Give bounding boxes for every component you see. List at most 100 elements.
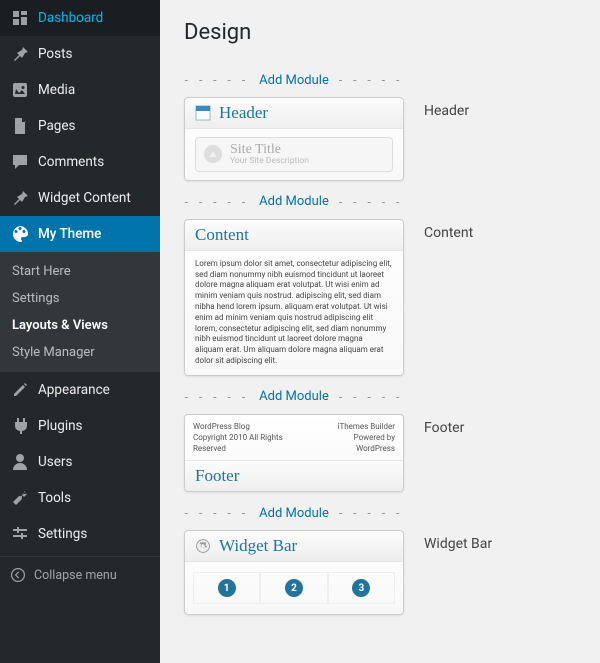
my-theme-submenu: Start Here Settings Layouts & Views Styl… xyxy=(0,252,160,372)
sub-layouts-views[interactable]: Layouts & Views xyxy=(0,312,160,339)
site-title-text: Site Title xyxy=(230,142,309,157)
page-title: Design xyxy=(184,20,576,45)
module-content-card[interactable]: Content Lorem ipsum dolor sit amet, cons… xyxy=(184,219,404,376)
settings-icon xyxy=(10,524,30,544)
widget-cell: 3 xyxy=(328,572,395,604)
sub-start-here[interactable]: Start Here xyxy=(0,258,160,285)
dash-decoration: - - - - - xyxy=(339,506,404,520)
nav-settings[interactable]: Settings xyxy=(0,516,160,552)
widget-number: 2 xyxy=(285,579,303,597)
nav-comments[interactable]: Comments xyxy=(0,144,160,180)
dashboard-icon xyxy=(10,8,30,28)
section-label: Widget Bar xyxy=(404,500,492,552)
footer-preview: WordPress Blog Copyright 2010 All Rights… xyxy=(185,415,403,461)
module-title: Widget Bar xyxy=(219,536,297,556)
nav-label: Users xyxy=(38,454,72,470)
nav-widget-content[interactable]: Widget Content xyxy=(0,180,160,216)
nav-label: Tools xyxy=(38,490,71,506)
pages-icon xyxy=(10,116,30,136)
module-footer-card[interactable]: WordPress Blog Copyright 2010 All Rights… xyxy=(184,414,404,493)
add-module-row: - - - - - Add Module - - - - - xyxy=(184,500,404,526)
nav-appearance[interactable]: Appearance xyxy=(0,372,160,408)
collapse-icon xyxy=(10,567,26,583)
section-widget-bar: - - - - - Add Module - - - - - Widget Ba… xyxy=(184,500,576,615)
section-footer: - - - - - Add Module - - - - - WordPress… xyxy=(184,384,576,493)
nav-label: Pages xyxy=(38,118,76,134)
module-header-card[interactable]: Header Site Title Your Site Description xyxy=(184,97,404,181)
nav-media[interactable]: Media xyxy=(0,72,160,108)
nav-label: Comments xyxy=(38,154,104,170)
module-title: Footer xyxy=(195,466,239,486)
appearance-icon xyxy=(10,380,30,400)
section-label: Content xyxy=(404,189,473,241)
add-module-row: - - - - - Add Module - - - - - xyxy=(184,384,404,410)
site-desc-text: Your Site Description xyxy=(230,157,309,166)
media-icon xyxy=(10,80,30,100)
footer-left-line2: Copyright 2010 All Rights Reserved xyxy=(193,432,315,454)
nav-dashboard[interactable]: Dashboard xyxy=(0,0,160,36)
nav-label: Appearance xyxy=(38,382,110,398)
admin-sidebar: Dashboard Posts Media Pages Comments Wid… xyxy=(0,0,160,663)
collapse-menu[interactable]: Collapse menu xyxy=(0,556,160,593)
module-widget-card[interactable]: Widget Bar 1 2 3 xyxy=(184,530,404,615)
add-module-link[interactable]: Add Module xyxy=(259,506,329,521)
module-body: Lorem ipsum dolor sit amet, consectetur … xyxy=(185,251,403,375)
nav-label: Media xyxy=(38,82,75,98)
gear-icon xyxy=(195,538,211,554)
widget-number: 1 xyxy=(218,579,236,597)
nav-pages[interactable]: Pages xyxy=(0,108,160,144)
dash-decoration: - - - - - xyxy=(185,73,250,87)
dash-decoration: - - - - - xyxy=(339,195,404,209)
nav-posts[interactable]: Posts xyxy=(0,36,160,72)
add-module-link[interactable]: Add Module xyxy=(259,389,329,404)
collapse-label: Collapse menu xyxy=(34,568,117,583)
dash-decoration: - - - - - xyxy=(185,390,250,404)
plugins-icon xyxy=(10,416,30,436)
nav-label: Plugins xyxy=(38,418,83,434)
tools-icon xyxy=(10,488,30,508)
site-title-icon xyxy=(204,145,222,163)
module-title: Header xyxy=(219,103,268,123)
add-module-row: - - - - - Add Module - - - - - xyxy=(184,67,404,93)
nav-label: Dashboard xyxy=(38,10,103,26)
widget-cell: 1 xyxy=(193,572,260,604)
module-body: Site Title Your Site Description xyxy=(185,129,403,180)
header-icon xyxy=(195,105,211,121)
nav-my-theme[interactable]: My Theme xyxy=(0,216,160,252)
dash-decoration: - - - - - xyxy=(185,506,250,520)
section-header: - - - - - Add Module - - - - - Header Si… xyxy=(184,67,576,181)
module-title: Content xyxy=(195,225,249,245)
sub-settings[interactable]: Settings xyxy=(0,285,160,312)
widget-cell: 2 xyxy=(260,572,327,604)
comments-icon xyxy=(10,152,30,172)
lorem-preview: Lorem ipsum dolor sit amet, consectetur … xyxy=(195,259,393,367)
nav-plugins[interactable]: Plugins xyxy=(0,408,160,444)
footer-left-line1: WordPress Blog xyxy=(193,421,315,432)
nav-label: Posts xyxy=(38,46,72,62)
module-header: Header xyxy=(185,98,403,129)
section-label: Footer xyxy=(404,384,464,436)
add-module-link[interactable]: Add Module xyxy=(259,194,329,209)
pin-icon xyxy=(10,188,30,208)
nav-label: Widget Content xyxy=(38,190,131,206)
add-module-row: - - - - - Add Module - - - - - xyxy=(184,189,404,215)
widget-number: 3 xyxy=(352,579,370,597)
add-module-link[interactable]: Add Module xyxy=(259,73,329,88)
app-root: Dashboard Posts Media Pages Comments Wid… xyxy=(0,0,600,663)
nav-label: Settings xyxy=(38,526,87,542)
users-icon xyxy=(10,452,30,472)
pin-icon xyxy=(10,44,30,64)
section-label: Header xyxy=(404,67,469,119)
module-header: Content xyxy=(185,220,403,251)
sub-style-manager[interactable]: Style Manager xyxy=(0,339,160,366)
module-header: Widget Bar xyxy=(185,531,403,562)
section-content: - - - - - Add Module - - - - - Content L… xyxy=(184,189,576,376)
nav-label: My Theme xyxy=(38,226,101,242)
nav-tools[interactable]: Tools xyxy=(0,480,160,516)
footer-right-line1: iThemes Builder xyxy=(315,421,395,432)
module-header: Footer xyxy=(185,460,403,491)
nav-users[interactable]: Users xyxy=(0,444,160,480)
theme-icon xyxy=(10,224,30,244)
widget-body: 1 2 3 xyxy=(185,562,403,614)
site-title-preview: Site Title Your Site Description xyxy=(195,137,393,172)
